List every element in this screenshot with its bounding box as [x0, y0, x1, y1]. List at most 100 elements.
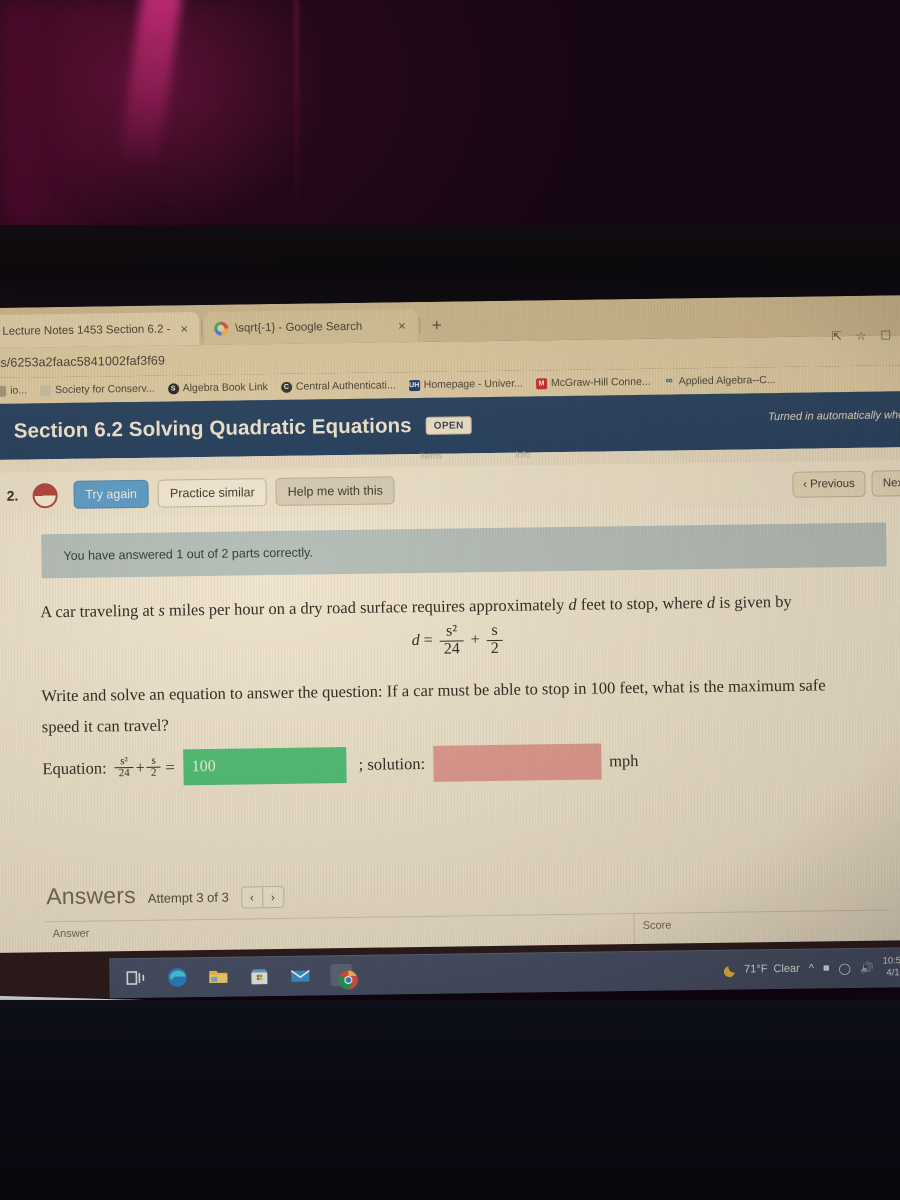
bookmark-label: Applied Algebra--C...: [678, 374, 776, 388]
swirl-icon: S: [167, 382, 179, 394]
bookmark-item[interactable]: S Algebra Book Link: [167, 381, 268, 395]
tab-close-icon[interactable]: ×: [177, 321, 191, 336]
half-credit-circle-icon: [32, 482, 58, 508]
fraction-denominator: 24: [439, 640, 464, 659]
next-button[interactable]: Next ›: [871, 469, 900, 497]
university-icon: UH: [408, 379, 420, 391]
answer-entry-row: Equation: s² 24 + s 2 = 100 ; solution:: [42, 739, 878, 787]
new-tab-button[interactable]: +: [422, 316, 452, 342]
chevron-up-icon[interactable]: ^: [809, 963, 814, 975]
clock[interactable]: 10:57 PM 4/10/202: [882, 955, 900, 979]
answers-next-button[interactable]: ›: [261, 886, 283, 907]
share-icon[interactable]: ⇱: [832, 329, 842, 343]
photo-of-laptop-screen: Lecture Notes 1453 Section 6.2 - × \sqrt…: [0, 0, 900, 1200]
ambient-glow-upper: [60, 0, 320, 230]
key-icon: C: [280, 381, 292, 393]
weather-description: Clear: [773, 962, 800, 976]
weather-widget[interactable]: 71°F Clear: [723, 961, 800, 977]
previous-button[interactable]: ‹ Previous: [791, 470, 867, 498]
problem-text-d: is given by: [714, 591, 792, 612]
formula-plus: +: [470, 631, 480, 649]
window-tab-search-icon[interactable]: ⌄: [841, 298, 850, 311]
google-icon: [213, 321, 229, 336]
edge-icon[interactable]: [166, 966, 188, 988]
subnav-item-items[interactable]: Items: [420, 451, 442, 461]
fraction-s-over-2: s 2: [146, 754, 161, 780]
try-again-button[interactable]: Try again: [73, 479, 150, 509]
battery-icon[interactable]: ■: [823, 962, 830, 974]
fraction-numerator: s²: [120, 754, 128, 767]
ambient-edge-line: [295, 0, 298, 225]
wifi-icon[interactable]: ◯: [839, 962, 851, 975]
answers-title: Answers: [46, 881, 136, 909]
unit-label: mph: [608, 750, 639, 770]
previous-label: Previous: [810, 477, 855, 491]
formula-lhs: d: [411, 632, 420, 650]
generic-icon: [0, 385, 7, 397]
laptop-screen: Lecture Notes 1453 Section 6.2 - × \sqrt…: [0, 295, 900, 1000]
bookmark-item[interactable]: UH Homepage - Univer...: [408, 377, 523, 392]
equation-input[interactable]: 100: [183, 746, 347, 785]
problem-text-a: A car traveling at: [40, 600, 159, 622]
bookmark-label: Central Authenticati...: [295, 379, 396, 393]
bookmark-item[interactable]: C Central Authenticati...: [280, 379, 396, 393]
window-minimize-icon[interactable]: –: [872, 298, 878, 310]
variable-d: d: [568, 594, 577, 614]
browser-tab-lecture-notes[interactable]: Lecture Notes 1453 Section 6.2 - ×: [0, 312, 200, 348]
help-me-with-this-button[interactable]: Help me with this: [275, 476, 396, 506]
fraction-s-squared-over-24: s² 24: [114, 754, 134, 780]
answers-table: Answer Score: [44, 909, 890, 952]
mail-icon[interactable]: [289, 965, 311, 987]
bookmark-item[interactable]: Society for Conserv...: [40, 383, 155, 397]
status-badge: OPEN: [425, 416, 472, 435]
file-explorer-icon[interactable]: [207, 966, 229, 988]
tab-close-icon[interactable]: ×: [395, 318, 409, 333]
equation-plus: +: [135, 757, 146, 777]
bookmark-item[interactable]: io...: [0, 384, 27, 397]
clock-time: 10:57 PM: [882, 955, 900, 967]
windows-taskbar: 71°F Clear ^ ■ ◯ 🔊 10:57 PM 4/10/202: [109, 946, 900, 999]
answers-prev-button[interactable]: ‹: [241, 886, 262, 908]
fraction-s-over-2: s 2: [486, 622, 503, 659]
attempt-counter: Attempt 3 of 3: [147, 889, 229, 906]
answers-column-header-score: Score: [642, 919, 672, 932]
practice-similar-button[interactable]: Practice similar: [157, 478, 267, 508]
weather-temperature: 71°F: [744, 963, 768, 976]
bookmark-label: Algebra Book Link: [182, 381, 268, 395]
turned-in-text: Turned in automatically when du: [767, 409, 900, 424]
solution-input[interactable]: [432, 743, 602, 782]
equation-equals: =: [165, 757, 175, 777]
chrome-icon[interactable]: [330, 963, 358, 990]
question-content: You have answered 1 out of 2 parts corre…: [0, 506, 900, 953]
task-view-icon[interactable]: [125, 967, 147, 989]
question-pagination: ‹ Previous Next ›: [791, 469, 900, 498]
clock-date: 4/10/202: [886, 967, 900, 979]
turned-in-note: Turned in automatically when du: [768, 409, 900, 423]
bookmark-label: Homepage - Univer...: [423, 377, 523, 391]
bookmark-item[interactable]: ∞ Applied Algebra--C...: [664, 374, 776, 388]
volume-icon[interactable]: 🔊: [860, 961, 874, 974]
bookmark-label: McGraw-Hill Conne...: [550, 375, 651, 390]
tab-title: \sqrt{-1} - Google Search: [234, 320, 363, 335]
bookmark-item[interactable]: M McGraw-Hill Conne...: [535, 375, 651, 390]
next-label: Next: [882, 477, 900, 490]
bookmark-label: Society for Conserv...: [55, 382, 155, 397]
star-icon[interactable]: ☆: [856, 329, 867, 343]
answers-column-header-answer: Answer: [44, 913, 635, 952]
answers-pager: ‹ ›: [240, 885, 284, 909]
microsoft-store-icon[interactable]: [248, 965, 270, 987]
problem-text-c: feet to stop, where: [576, 592, 707, 614]
fraction-denominator: 24: [114, 767, 134, 780]
taskbar-app-icons: [109, 963, 358, 990]
window-controls: ⌄ – ☐: [841, 297, 900, 311]
url-text: ents/6253a2faac5841002faf3f69: [0, 353, 166, 371]
fraction-numerator: s²: [445, 622, 458, 640]
status-banner: You have answered 1 out of 2 parts corre…: [41, 522, 887, 579]
formula-equals: =: [423, 632, 433, 650]
question-number: 2.: [6, 487, 19, 504]
subnav-item-info[interactable]: Info: [515, 449, 530, 459]
collections-icon[interactable]: ☐: [880, 328, 891, 342]
system-tray: 71°F Clear ^ ■ ◯ 🔊 10:57 PM 4/10/202: [723, 955, 900, 982]
browser-tab-google-search[interactable]: \sqrt{-1} - Google Search ×: [203, 309, 418, 345]
tab-title: Lecture Notes 1453 Section 6.2 -: [2, 322, 171, 338]
